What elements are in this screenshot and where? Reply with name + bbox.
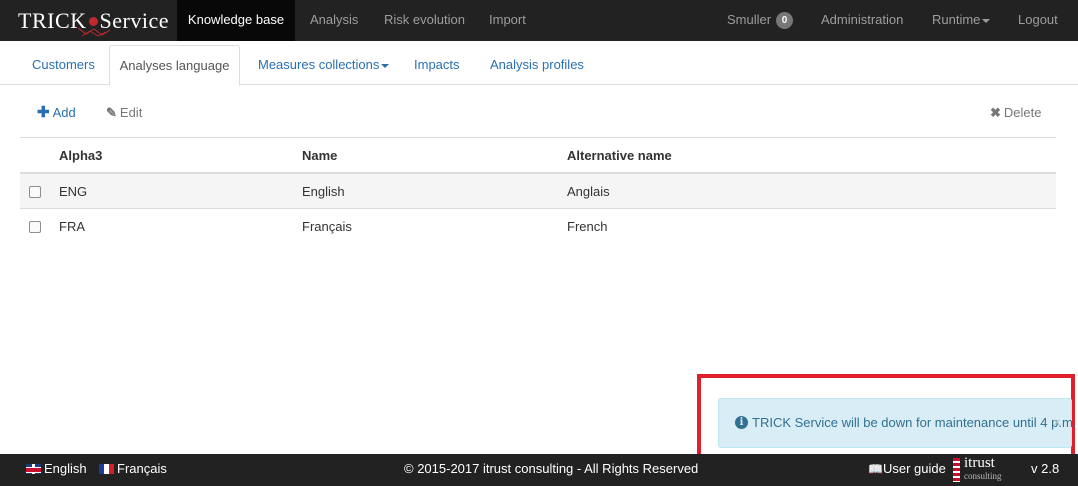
info-icon: i xyxy=(735,416,748,429)
edit-button-label: Edit xyxy=(119,105,143,120)
language-french-label: Français xyxy=(117,461,167,476)
footer: English Français © 2015-2017 itrust cons… xyxy=(0,454,1078,486)
nav-risk-evolution[interactable]: Risk evolution xyxy=(384,0,465,41)
add-button[interactable]: ✚ Add xyxy=(37,104,76,122)
tab-analysis-profiles[interactable]: Analysis profiles xyxy=(490,45,584,85)
user-guide-label: User guide xyxy=(882,461,946,476)
cell-alternative-name: French xyxy=(567,219,608,234)
nav-user-menu[interactable]: Smuller 0 xyxy=(727,0,794,41)
france-flag-icon xyxy=(99,463,114,474)
nav-logout[interactable]: Logout xyxy=(1018,0,1058,41)
copyright-text: © 2015-2017 itrust consulting - All Righ… xyxy=(404,461,699,476)
languages-table: Alpha3 Name Alternative name ENG English… xyxy=(20,137,1056,244)
column-header-alpha3[interactable]: Alpha3 xyxy=(59,138,102,173)
cell-alpha3: FRA xyxy=(59,219,85,234)
language-english-label: English xyxy=(44,461,87,476)
row-checkbox[interactable] xyxy=(29,186,41,198)
nav-analysis[interactable]: Analysis xyxy=(310,0,358,41)
user-name: Smuller xyxy=(727,12,772,27)
uk-flag-icon xyxy=(26,463,41,474)
itrust-logo-subtitle: consulting xyxy=(964,471,1002,481)
plus-icon: ✚ xyxy=(37,104,50,121)
nav-runtime[interactable]: Runtime xyxy=(932,0,991,41)
column-header-alternative-name[interactable]: Alternative name xyxy=(567,138,672,173)
itrust-logo[interactable]: itrust consulting xyxy=(953,455,1015,484)
edit-icon: ✎ xyxy=(106,105,117,120)
chevron-down-icon xyxy=(982,18,991,23)
nav-administration[interactable]: Administration xyxy=(821,0,903,41)
maintenance-alert: i TRICK Service will be down for mainten… xyxy=(718,398,1076,448)
language-french-link[interactable]: Français xyxy=(99,454,167,484)
delete-button[interactable]: ✖ Delete xyxy=(990,104,1041,122)
edit-button[interactable]: ✎ Edit xyxy=(106,104,142,122)
cell-alternative-name: Anglais xyxy=(567,184,610,199)
cell-name: Français xyxy=(302,219,352,234)
table-row[interactable]: ENG English Anglais xyxy=(20,174,1056,209)
notification-badge: 0 xyxy=(775,12,794,30)
table-row[interactable]: FRA Français French xyxy=(20,209,1056,244)
alert-message: TRICK Service will be down for maintenan… xyxy=(752,415,1077,430)
itrust-logo-name: itrust xyxy=(964,455,995,471)
book-icon: 📖 xyxy=(868,462,883,476)
tab-bar: Customers Analyses language Measures col… xyxy=(0,41,1078,86)
top-navbar: TRICK Service Knowledge base Analysis Ris… xyxy=(0,0,1078,41)
chevron-down-icon xyxy=(381,63,390,68)
close-icon: ✖ xyxy=(990,105,1001,120)
language-english-link[interactable]: English xyxy=(26,454,87,484)
cell-name: English xyxy=(302,184,345,199)
add-button-label: Add xyxy=(52,105,76,120)
tab-measures-collections-label: Measures collections xyxy=(258,57,380,72)
delete-button-label: Delete xyxy=(1003,105,1042,120)
trick-service-logo[interactable]: TRICK Service xyxy=(18,5,168,37)
tab-measures-collections[interactable]: Measures collections xyxy=(258,45,390,85)
tab-customers[interactable]: Customers xyxy=(32,45,95,85)
table-header: Alpha3 Name Alternative name xyxy=(20,138,1056,174)
row-checkbox[interactable] xyxy=(29,221,41,233)
tab-analyses-language[interactable]: Analyses language xyxy=(109,45,240,86)
cell-alpha3: ENG xyxy=(59,184,88,199)
itrust-logo-bar-icon xyxy=(953,458,960,482)
logo-dot-icon xyxy=(88,16,98,26)
logo-circuit-icon xyxy=(77,27,111,37)
nav-runtime-label: Runtime xyxy=(932,12,981,27)
version-label: v 2.8 xyxy=(1031,461,1060,476)
user-guide-link[interactable]: 📖User guide xyxy=(868,454,946,484)
nav-import[interactable]: Import xyxy=(489,0,526,41)
nav-knowledge-base[interactable]: Knowledge base xyxy=(177,0,295,41)
close-icon[interactable]: × xyxy=(1053,414,1061,430)
column-header-name[interactable]: Name xyxy=(302,138,337,173)
tab-impacts[interactable]: Impacts xyxy=(414,45,460,85)
